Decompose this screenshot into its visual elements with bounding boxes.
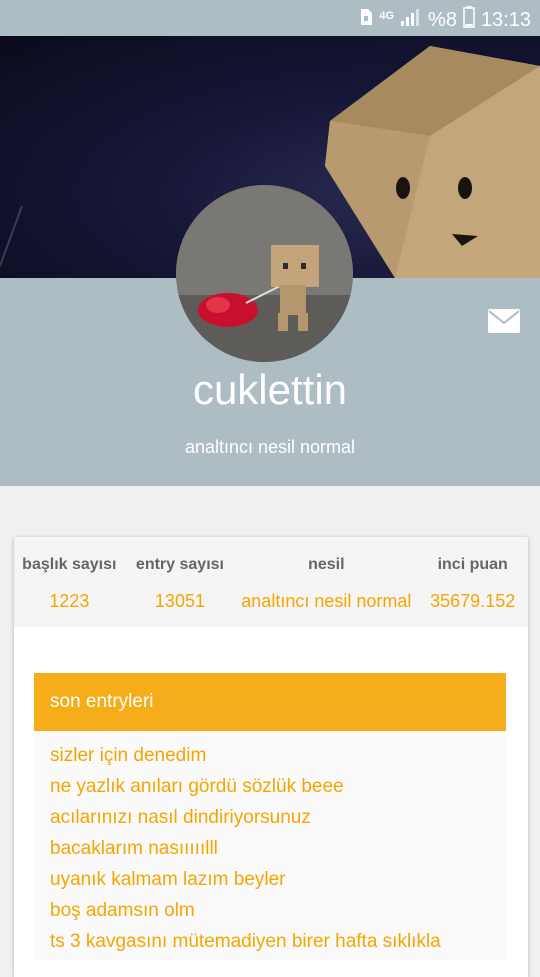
stat-label: nesil	[308, 556, 345, 573]
stat-value: 35679.152	[430, 591, 516, 611]
network-type: 4G	[379, 10, 395, 22]
entry-link[interactable]: bacaklarım nasııııılll	[34, 836, 506, 867]
entry-link[interactable]: acılarınızı nasıl dindiriyorsunuz	[34, 805, 506, 836]
stats-bar: başlık sayısı 1223 entry sayısı 13051 ne…	[14, 537, 528, 627]
username: cuklettin	[192, 366, 348, 413]
stat-entry-count: entry sayısı 13051	[125, 537, 236, 627]
entry-link[interactable]: uyanık kalmam lazım beyler	[34, 867, 506, 898]
entry-link[interactable]: sizler için denedim	[34, 743, 506, 774]
stat-points: inci puan 35679.152	[417, 537, 528, 627]
stat-generation: nesil analtıncı nesil normal	[235, 537, 417, 627]
stat-topic-count: başlık sayısı 1223	[14, 537, 125, 627]
user-generation-subtitle: analtıncı nesil normal	[184, 437, 356, 457]
status-bar: 4G %8 13:13	[0, 0, 540, 36]
battery-icon	[463, 6, 475, 34]
battery-percent: %8	[428, 8, 457, 31]
entry-link[interactable]: ne yazlık anıları gördü sözlük beee	[34, 774, 506, 805]
entry-link[interactable]: ts 3 kavgasını mütemadiyen birer hafta s…	[34, 929, 506, 960]
profile-card: başlık sayısı 1223 entry sayısı 13051 ne…	[14, 537, 528, 977]
stat-value: 1223	[49, 591, 90, 611]
recent-entries-header: son entryleri	[34, 673, 506, 731]
stat-label: entry sayısı	[135, 556, 224, 573]
clock: 13:13	[480, 8, 531, 31]
avatar[interactable]	[176, 185, 353, 362]
mail-icon[interactable]	[488, 309, 520, 333]
stat-label: inci puan	[437, 556, 508, 573]
recent-entries-list: sizler için denedim ne yazlık anıları gö…	[34, 731, 506, 960]
signal-icon	[400, 8, 422, 32]
sim-card-icon	[359, 8, 373, 32]
stat-label: başlık sayısı	[22, 556, 117, 573]
stat-value: 13051	[154, 591, 205, 611]
entry-link[interactable]: boş adamsın olm	[34, 898, 506, 929]
stat-value: analtıncı nesil normal	[241, 591, 412, 611]
